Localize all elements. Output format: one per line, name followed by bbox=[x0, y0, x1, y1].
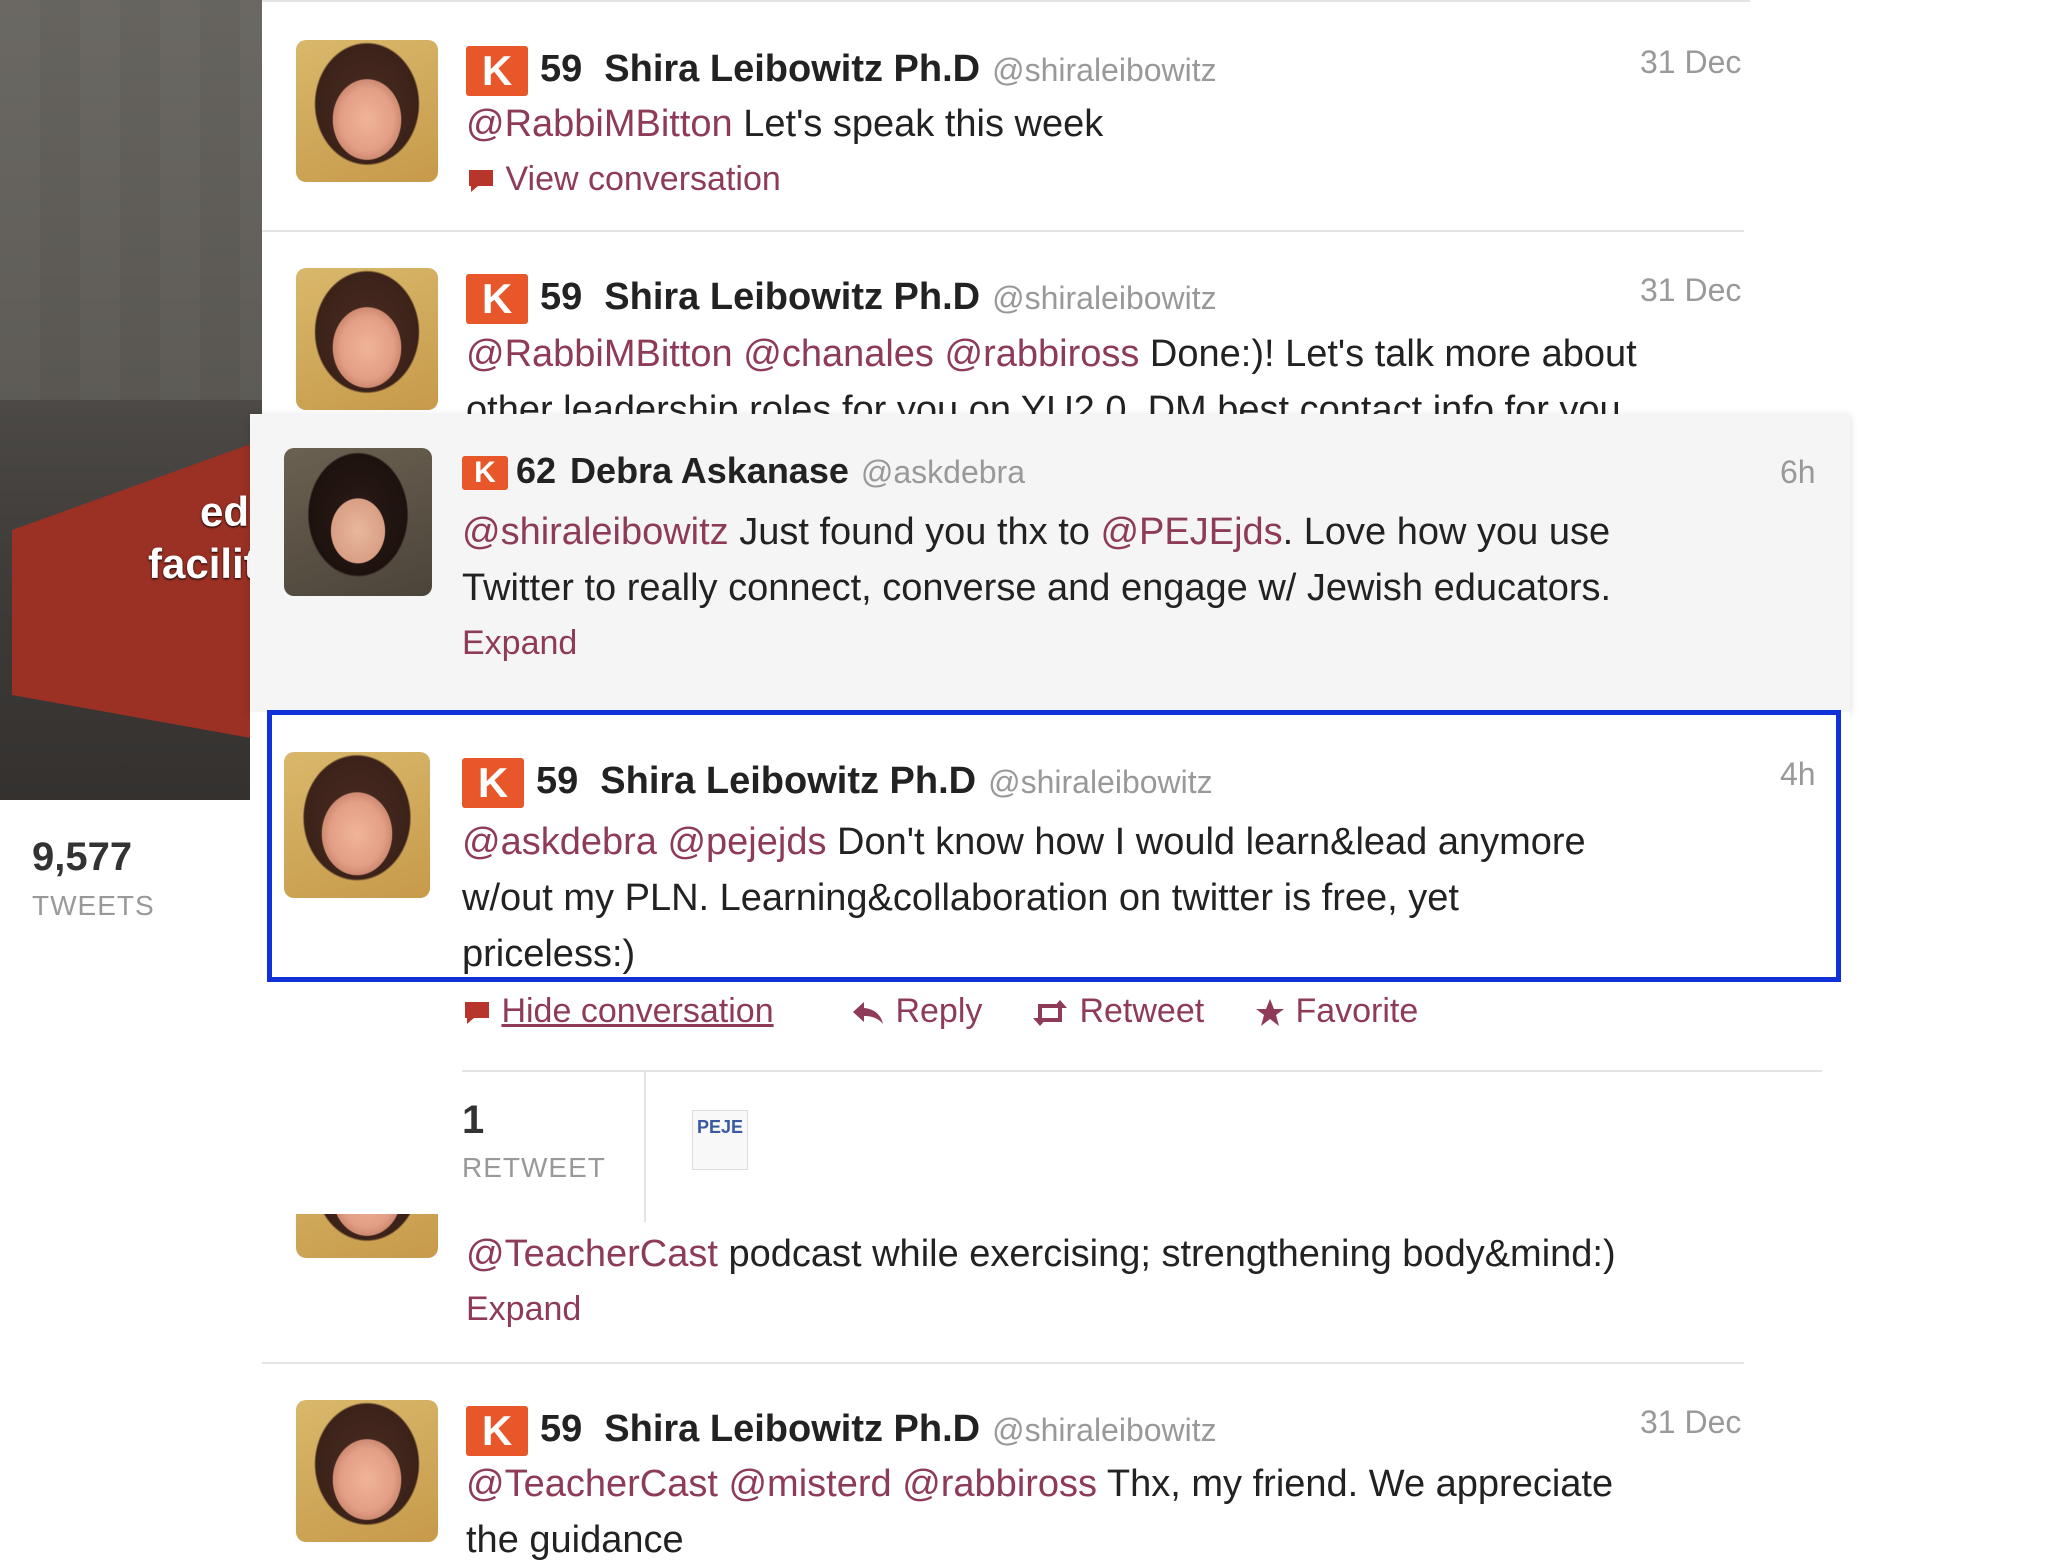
avatar[interactable] bbox=[296, 268, 438, 410]
tweet-text-line2: the guidance bbox=[466, 1519, 684, 1561]
retweet-icon bbox=[1033, 1000, 1067, 1027]
expand-link[interactable]: Expand bbox=[462, 624, 577, 663]
mention-link[interactable]: @TeacherCast bbox=[466, 1233, 718, 1275]
tweet-header: K 59 Shira Leibowitz Ph.D @shiraleibowitz bbox=[466, 1406, 1217, 1456]
tweet-text-content: podcast while exercising; strengthening … bbox=[717, 1233, 1616, 1275]
tweet-text-content: . Love how you use bbox=[1282, 511, 1611, 553]
favorite-button[interactable]: Favorite bbox=[1254, 992, 1418, 1031]
retweeter-avatar[interactable]: PEJE bbox=[692, 1110, 748, 1170]
tweet-count[interactable]: 9,577 bbox=[32, 835, 132, 880]
mention-link[interactable]: @misterd bbox=[728, 1463, 891, 1505]
klout-icon: K bbox=[462, 456, 508, 491]
background-wall bbox=[0, 0, 262, 400]
view-conversation-label: View conversation bbox=[505, 160, 781, 198]
klout-icon: K bbox=[466, 274, 528, 324]
klout-icon: K bbox=[466, 1406, 528, 1456]
view-conversation-link[interactable]: View conversation bbox=[466, 160, 781, 199]
reply-label: Reply bbox=[895, 992, 983, 1030]
profile-caption-line1: ed bbox=[200, 488, 250, 535]
expand-link[interactable]: Expand bbox=[466, 1290, 581, 1329]
tweet-text-content: Let's speak this week bbox=[732, 103, 1104, 145]
klout-score: 59 bbox=[540, 1408, 583, 1451]
retweet-count-label: RETWEET bbox=[462, 1152, 606, 1183]
tweet-count-label: TWEETS bbox=[32, 890, 155, 921]
divider bbox=[262, 0, 1750, 2]
tweet-header: K 59 Shira Leibowitz Ph.D @shiraleibowitz bbox=[466, 46, 1217, 96]
author-handle[interactable]: @askdebra bbox=[861, 454, 1025, 490]
hide-conversation-link[interactable]: Hide conversation bbox=[462, 992, 774, 1031]
tweet-header: K 59 Shira Leibowitz Ph.D @shiraleibowitz bbox=[466, 274, 1217, 324]
klout-score: 62 bbox=[516, 450, 557, 491]
author-handle[interactable]: @shiraleibowitz bbox=[992, 1412, 1217, 1448]
retweet-count[interactable]: 1 bbox=[462, 1098, 484, 1143]
divider bbox=[644, 1072, 646, 1222]
author-name[interactable]: Shira Leibowitz Ph.D bbox=[604, 48, 980, 90]
author-name[interactable]: Shira Leibowitz Ph.D bbox=[604, 1408, 980, 1450]
avatar[interactable] bbox=[296, 1214, 438, 1258]
favorite-label: Favorite bbox=[1295, 992, 1419, 1030]
tweet-text-content: Thx, my friend. We appreciate bbox=[1097, 1463, 1614, 1505]
reply-arrow-icon bbox=[853, 1002, 883, 1025]
tweet-timestamp[interactable]: 31 Dec bbox=[1640, 272, 1741, 309]
tweet-text: @TeacherCast podcast while exercising; s… bbox=[466, 1226, 1616, 1282]
tweet-timestamp[interactable]: 6h bbox=[1780, 454, 1816, 491]
mention-link[interactable]: @rabbiross bbox=[945, 333, 1140, 375]
tweet-text-content: Just found you thx to bbox=[728, 511, 1101, 553]
divider bbox=[462, 1070, 1822, 1072]
author-handle[interactable]: @shiraleibowitz bbox=[992, 280, 1217, 316]
mention-link[interactable]: @RabbiMBitton bbox=[466, 333, 733, 375]
tweet-text: @RabbiMBitton @chanales @rabbiross Done:… bbox=[466, 326, 1637, 382]
retweet-button[interactable]: Retweet bbox=[1030, 992, 1204, 1031]
background-banner bbox=[12, 440, 262, 740]
tweet-timestamp[interactable]: 31 Dec bbox=[1640, 44, 1741, 81]
highlight-box bbox=[267, 710, 1841, 982]
tweet-text-line2: Twitter to really connect, converse and … bbox=[462, 567, 1612, 609]
avatar-clipped[interactable] bbox=[296, 1214, 438, 1258]
tweet-header: K 62 Debra Askanase @askdebra bbox=[462, 450, 1025, 492]
speech-bubble-icon bbox=[465, 1002, 489, 1025]
divider bbox=[262, 230, 1744, 232]
mention-link[interactable]: @PEJEjds bbox=[1100, 511, 1282, 553]
tweet-text: @RabbiMBitton Let's speak this week bbox=[466, 96, 1103, 152]
profile-background bbox=[0, 0, 262, 800]
retweet-label: Retweet bbox=[1079, 992, 1205, 1030]
star-icon bbox=[1256, 999, 1284, 1027]
tweet-text: @TeacherCast @misterd @rabbiross Thx, my… bbox=[466, 1456, 1613, 1512]
speech-bubble-icon bbox=[469, 170, 493, 193]
author-name[interactable]: Shira Leibowitz Ph.D bbox=[604, 276, 980, 318]
reply-button[interactable]: Reply bbox=[850, 992, 982, 1031]
avatar[interactable] bbox=[284, 448, 432, 596]
author-handle[interactable]: @shiraleibowitz bbox=[992, 52, 1217, 88]
profile-caption-line2: facilit bbox=[148, 540, 258, 587]
tweet-timestamp[interactable]: 31 Dec bbox=[1640, 1404, 1741, 1441]
expanded-conversation-parent[interactable]: K 62 Debra Askanase @askdebra 6h @shiraleib… bbox=[250, 414, 1850, 712]
mention-link[interactable]: @chanales bbox=[743, 333, 934, 375]
tweet-text-content: Done:)! Let's talk more about bbox=[1139, 333, 1637, 375]
retweeter-logo-text: PEJE bbox=[696, 1117, 744, 1137]
tweet-text: @shiraleibowitz Just found you thx to @P… bbox=[462, 504, 1610, 560]
mention-link[interactable]: @RabbiMBitton bbox=[466, 103, 733, 145]
klout-score: 59 bbox=[540, 48, 583, 91]
mention-link[interactable]: @rabbiross bbox=[902, 1463, 1097, 1505]
author-name[interactable]: Debra Askanase bbox=[570, 450, 849, 491]
mention-link[interactable]: @shiraleibowitz bbox=[462, 511, 729, 553]
divider bbox=[262, 1362, 1744, 1364]
klout-icon: K bbox=[466, 46, 528, 96]
hide-conversation-label: Hide conversation bbox=[501, 992, 774, 1030]
mention-link[interactable]: @TeacherCast bbox=[466, 1463, 718, 1505]
avatar[interactable] bbox=[296, 1400, 438, 1542]
klout-score: 59 bbox=[540, 276, 583, 319]
avatar[interactable] bbox=[296, 40, 438, 182]
